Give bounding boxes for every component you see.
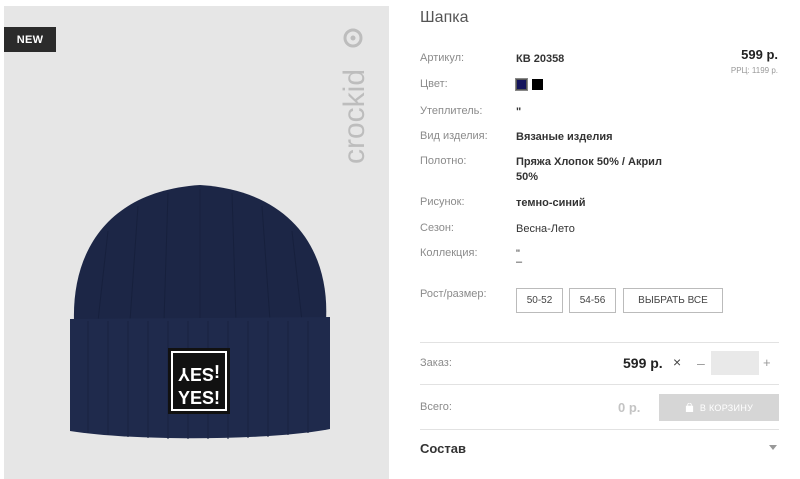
cart-icon — [685, 403, 693, 412]
divider — [420, 384, 779, 385]
new-badge: NEW — [4, 27, 56, 52]
divider — [420, 429, 779, 430]
total-label: Всего: — [420, 401, 452, 413]
attr-value: " — [516, 106, 522, 118]
quantity-decrease-button[interactable]: – — [697, 355, 705, 371]
product-price: 599 р. — [741, 47, 778, 62]
attr-value-line1: Пряжа Хлопок 50% / Акрил — [516, 156, 662, 168]
attr-value: Весна-Лето — [516, 223, 575, 235]
attr-label: Утеплитель: — [420, 105, 483, 117]
attr-value: КВ 20358 — [516, 53, 565, 65]
brand-logo: crockid — [338, 28, 371, 164]
quantity-increase-button[interactable]: + — [763, 355, 771, 370]
chevron-down-icon[interactable] — [769, 445, 777, 450]
attr-value: Вязаные изделия — [516, 131, 613, 143]
patch-text-top: ¡SƎY — [178, 364, 220, 384]
composition-toggle[interactable]: Состав — [420, 441, 466, 456]
order-price: 599 р. — [623, 355, 663, 371]
attr-value-line2: 50% — [516, 171, 539, 183]
attr-label: Цвет: — [420, 78, 448, 90]
beanie-image: ¡SƎY YES! — [70, 185, 330, 439]
color-swatch-navy[interactable] — [515, 78, 528, 91]
size-option-54-56[interactable]: 54-56 — [569, 288, 616, 313]
attr-value-line2: – — [516, 256, 523, 268]
attr-label: Сезон: — [420, 222, 454, 234]
attr-label: Артикул: — [420, 52, 465, 64]
remove-icon[interactable]: × — [673, 354, 681, 370]
order-label: Заказ: — [420, 357, 452, 369]
divider — [420, 342, 779, 343]
attr-label: Коллекция: — [420, 247, 478, 259]
quantity-input[interactable] — [711, 351, 759, 375]
select-all-sizes-button[interactable]: ВЫБРАТЬ ВСЕ — [623, 288, 723, 313]
color-swatch-black[interactable] — [532, 79, 543, 90]
attr-label: Полотно: — [420, 155, 467, 167]
recommended-price: РРЦ: 1199 р. — [730, 66, 778, 75]
size-option-50-52[interactable]: 50-52 — [516, 288, 563, 313]
attr-label: Вид изделия: — [420, 130, 488, 142]
attr-value: темно-синий — [516, 197, 586, 209]
svg-text:crockid: crockid — [338, 69, 371, 164]
product-image[interactable]: NEW crockid ¡SƎY YES! — [4, 6, 389, 479]
total-value: 0 р. — [618, 400, 641, 415]
attr-label: Рисунок: — [420, 196, 465, 208]
size-label: Рост/размер: — [420, 288, 487, 300]
add-to-cart-label: В КОРЗИНУ — [699, 402, 754, 413]
add-to-cart-button[interactable]: В КОРЗИНУ — [659, 394, 779, 421]
patch-text-bottom: YES! — [178, 388, 220, 408]
product-title: Шапка — [420, 9, 469, 26]
